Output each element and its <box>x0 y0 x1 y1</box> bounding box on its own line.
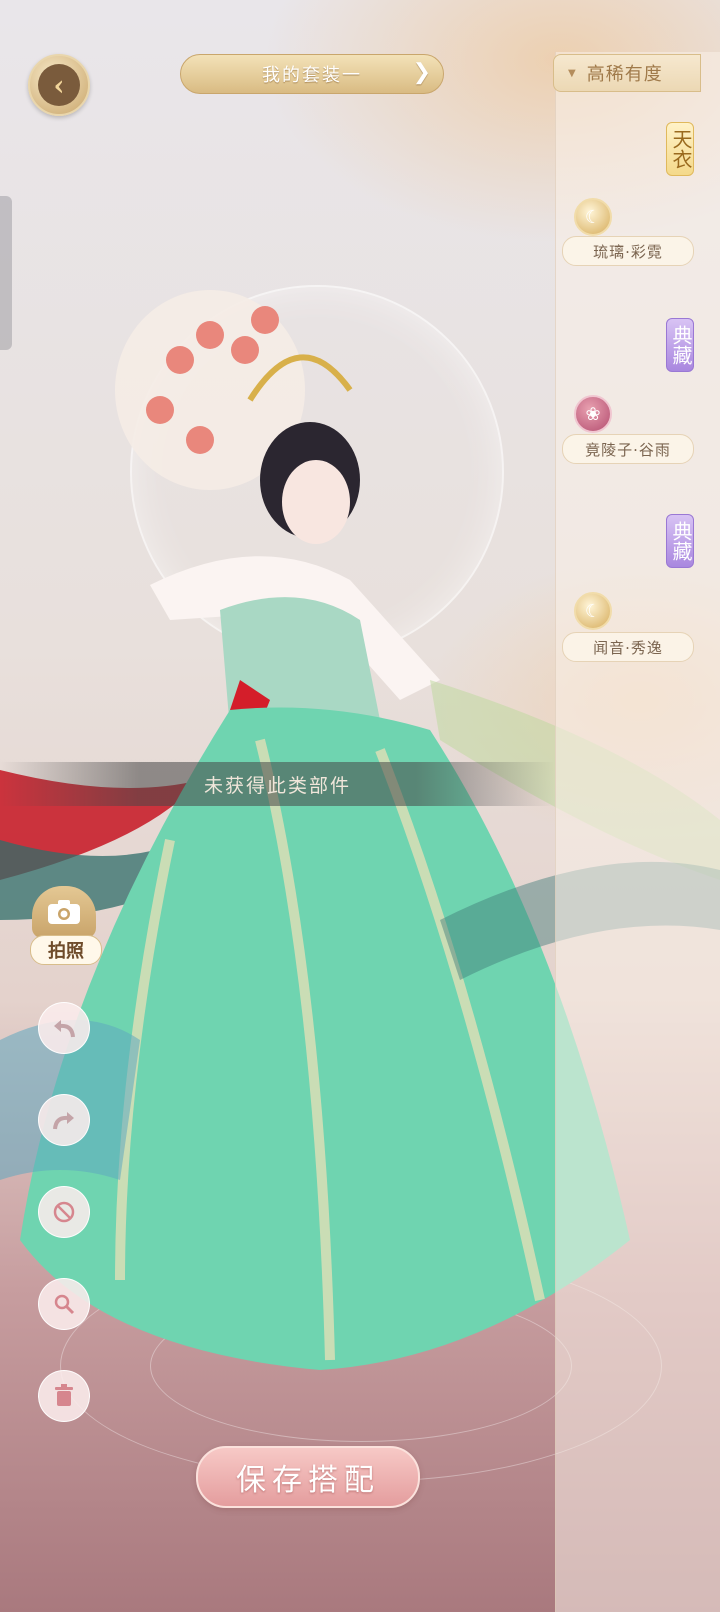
undo-icon <box>54 1020 75 1038</box>
redo-icon <box>53 1112 74 1130</box>
clear-button[interactable] <box>38 1186 90 1238</box>
chevron-right-icon: ❯ <box>412 60 433 85</box>
sort-label: 高稀有度 <box>586 64 663 85</box>
sort-dropdown[interactable]: ▼ 高稀有度 <box>553 54 701 92</box>
zoom-button[interactable] <box>38 1278 90 1330</box>
moon-icon[interactable]: ☾ <box>574 592 612 630</box>
toast-message: 未获得此类部件 <box>0 762 555 806</box>
back-button[interactable]: ‹ <box>28 54 90 116</box>
rarity-tag: 典藏 <box>666 514 694 568</box>
item-name-button[interactable]: 琉璃·彩霓 <box>562 236 694 266</box>
moon-icon[interactable]: ☾ <box>574 198 612 236</box>
save-outfit-button[interactable]: 保存搭配 <box>196 1446 420 1508</box>
camera-icon <box>48 900 80 924</box>
outfit-selector[interactable]: 我的套装一 ❯ <box>180 54 444 94</box>
photo-label[interactable]: 拍照 <box>30 935 102 965</box>
item-name-button[interactable]: 竟陵子·谷雨 <box>562 434 694 464</box>
undo-button[interactable] <box>38 1002 90 1054</box>
back-arrow-icon: ‹ <box>38 64 80 106</box>
redo-button[interactable] <box>38 1094 90 1146</box>
rarity-tag: 天衣 <box>666 122 694 176</box>
left-drawer-handle[interactable] <box>0 196 12 350</box>
trash-icon <box>55 1384 73 1406</box>
rarity-tag: 典藏 <box>666 318 694 372</box>
lotus-icon[interactable]: ❀ <box>574 395 612 433</box>
outfit-name: 我的套装一 <box>262 65 362 86</box>
item-panel <box>555 52 720 1612</box>
delete-button[interactable] <box>38 1370 90 1422</box>
camera-button[interactable] <box>32 886 96 938</box>
zoom-icon <box>54 1294 75 1315</box>
item-name-button[interactable]: 闻音·秀逸 <box>562 632 694 662</box>
clear-icon <box>53 1201 75 1223</box>
caret-down-icon: ▼ <box>568 67 577 79</box>
